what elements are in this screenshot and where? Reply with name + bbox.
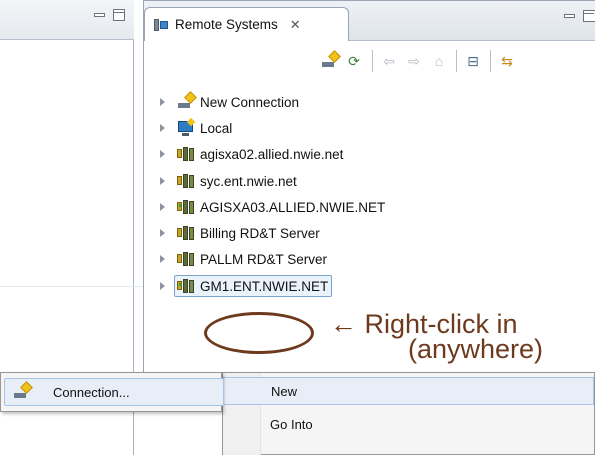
tab-remote-systems[interactable]: Remote Systems ✕	[144, 7, 349, 41]
menu-item-go-into[interactable]: Go Into	[223, 410, 594, 438]
minimize-icon[interactable]	[93, 9, 105, 21]
tree-item-label: Local	[200, 120, 233, 136]
tree-item-label: New Connection	[200, 94, 300, 110]
remote-systems-icon	[153, 17, 169, 33]
menu-item-new[interactable]: New	[223, 377, 594, 405]
expand-icon[interactable]	[158, 149, 168, 159]
context-menu: New Go Into	[222, 372, 595, 455]
new-connection-icon	[177, 91, 197, 111]
tree-item-label: AGISXA03.ALLIED.NWIE.NET	[200, 199, 386, 215]
new-submenu: Connection...	[0, 372, 224, 412]
collapse-all-icon[interactable]: ⊟	[464, 52, 482, 70]
tree-item-connection[interactable]: PALLM RD&T Server	[158, 248, 327, 270]
expand-icon[interactable]	[158, 97, 168, 107]
tree-item-connection[interactable]: syc.ent.nwie.net	[158, 170, 297, 192]
annotation-line2: (anywhere)	[408, 334, 544, 364]
server-icon	[177, 198, 195, 216]
maximize-icon[interactable]	[583, 10, 595, 22]
server-icon	[177, 277, 195, 295]
expand-icon[interactable]	[158, 202, 168, 212]
tree-item-label: PALLM RD&T Server	[200, 251, 328, 267]
tab-title: Remote Systems	[175, 17, 278, 32]
menu-item-label: New	[271, 383, 298, 399]
menu-item-label: Go Into	[270, 416, 313, 432]
left-view-header	[0, 0, 134, 40]
submenu-item-connection[interactable]: Connection...	[4, 378, 224, 406]
home-icon[interactable]: ⌂	[430, 52, 448, 70]
expand-icon[interactable]	[158, 281, 168, 291]
expand-icon[interactable]	[158, 123, 168, 133]
selection-highlight: GM1.ENT.NWIE.NET	[174, 275, 333, 297]
toolbar-separator	[372, 50, 373, 72]
forward-icon[interactable]: ⇨	[405, 52, 423, 70]
toolbar-separator	[456, 50, 457, 72]
tree-item-label: agisxa02.allied.nwie.net	[200, 146, 344, 162]
expand-icon[interactable]	[158, 254, 168, 264]
tree-item-connection[interactable]: Billing RD&T Server	[158, 222, 320, 244]
divider	[0, 286, 143, 287]
server-icon	[177, 224, 195, 242]
tree-item-label: GM1.ENT.NWIE.NET	[200, 278, 329, 294]
expand-icon[interactable]	[158, 228, 168, 238]
server-icon	[177, 250, 195, 268]
toolbar-separator	[490, 50, 491, 72]
tree-item-local[interactable]: Local	[158, 117, 232, 139]
server-icon	[177, 172, 195, 190]
close-icon[interactable]: ✕	[290, 17, 301, 33]
tab-strip: Remote Systems ✕	[144, 1, 595, 41]
minimize-icon[interactable]	[563, 10, 575, 22]
tree-item-connection[interactable]: AGISXA03.ALLIED.NWIE.NET	[158, 196, 385, 218]
local-system-icon	[177, 117, 196, 137]
link-with-editor-icon[interactable]: ⇆	[498, 52, 516, 70]
view-controls	[556, 10, 595, 24]
tree-item-connection-selected[interactable]: GM1.ENT.NWIE.NET	[158, 275, 333, 297]
tree-item-label: syc.ent.nwie.net	[200, 173, 297, 189]
tree-item-new-connection[interactable]: New Connection	[158, 91, 299, 113]
back-icon[interactable]: ⇦	[380, 52, 398, 70]
new-connection-icon	[13, 381, 33, 401]
tree-item-label: Billing RD&T Server	[200, 225, 320, 241]
refresh-icon[interactable]: ⟳	[345, 52, 363, 70]
new-connection-icon[interactable]	[321, 50, 341, 70]
annotation-oval	[204, 312, 314, 354]
expand-icon[interactable]	[158, 176, 168, 186]
submenu-item-label: Connection...	[53, 384, 130, 400]
tree-item-connection[interactable]: agisxa02.allied.nwie.net	[158, 143, 343, 165]
view-toolbar: ⟳ ⇦ ⇨ ⌂ ⊟ ⇆	[144, 41, 595, 81]
maximize-icon[interactable]	[113, 9, 125, 21]
server-icon	[177, 145, 195, 163]
